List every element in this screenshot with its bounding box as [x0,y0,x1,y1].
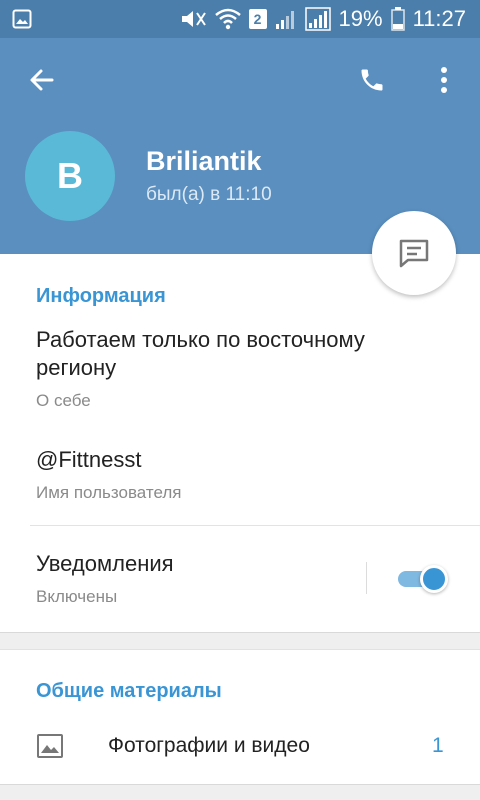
user-name: Briliantik [146,146,262,176]
notifications-label[interactable]: Уведомления [36,550,336,578]
mute-icon [179,8,207,30]
phone-icon [361,69,383,91]
wifi-icon [214,8,241,30]
image-icon [36,732,64,760]
signal-icon-2 [304,7,331,31]
send-message-button[interactable] [372,211,456,295]
username-text[interactable]: @Fittnesst [36,446,436,474]
signal-icon [275,8,297,30]
info-section-title: Информация [36,285,166,307]
photos-and-videos-row[interactable]: Фотографии и видео 1 [0,720,480,772]
gallery-notification-icon [12,9,32,29]
divider [30,525,480,526]
more-vertical-icon [441,67,447,93]
back-button[interactable] [24,62,60,98]
photos-label: Фотографии и видео [108,734,310,757]
call-button[interactable] [352,62,392,98]
sim-slot-badge: 2 [248,9,267,29]
notifications-state: Включены [36,587,118,606]
username-caption: Имя пользователя [36,483,182,502]
bottom-separator [0,784,480,800]
shared-media-section-title: Общие материалы [36,680,222,702]
bio-text[interactable]: Работаем только по восточному региону [36,326,436,382]
message-icon [399,239,429,268]
section-separator [0,632,480,650]
status-bar: 2 19% 11:27 [0,0,480,38]
battery-percent: 19% [338,6,383,31]
bio-caption: О себе [36,391,91,410]
clock: 11:27 [412,6,466,31]
battery-icon [390,7,405,31]
vertical-divider [366,562,367,594]
toggle-knob [420,565,448,593]
photos-count: 1 [432,734,444,757]
notifications-toggle[interactable] [396,564,448,593]
last-seen-status: был(а) в 11:10 [146,184,272,205]
more-options-button[interactable] [428,62,460,98]
arrow-left-icon [30,69,54,91]
avatar[interactable]: B [25,131,115,221]
